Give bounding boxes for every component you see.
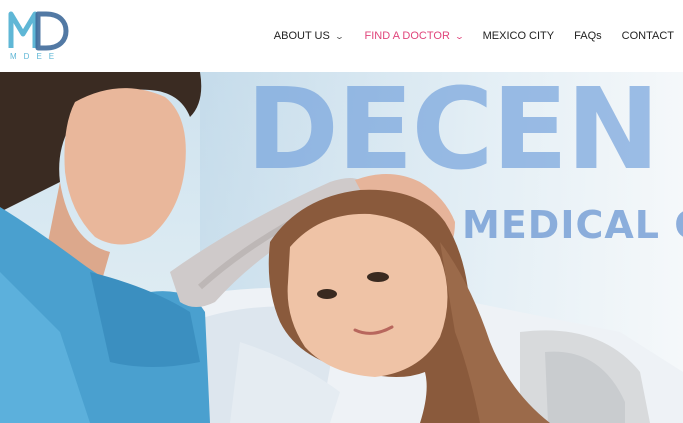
nav-about-us[interactable]: ABOUT US ⌄ [273,30,345,42]
mdee-logo[interactable]: MDEE [8,8,70,64]
nav-contact[interactable]: CONTACT [622,30,674,42]
hero-banner: DECEN MEDICAL C [0,72,683,423]
nav-about-us-label: ABOUT US [273,30,330,42]
nav-find-a-doctor-label: FIND A DOCTOR [364,30,450,42]
nav-contact-label: CONTACT [621,30,674,42]
chevron-down-icon: ⌄ [454,31,465,41]
chevron-down-icon: ⌄ [334,31,345,41]
logo-text: MDEE [10,52,62,61]
hero-title: DECEN [246,72,660,195]
nav-faqs[interactable]: FAQs [574,30,602,42]
nav-mexico-city-label: MEXICO CITY [482,30,555,42]
hero-subtitle: MEDICAL C [462,203,683,247]
nav-mexico-city[interactable]: MEXICO CITY [483,30,555,42]
nav-find-a-doctor[interactable]: FIND A DOCTOR ⌄ [364,30,465,42]
nav-faqs-label: FAQs [574,30,602,42]
main-nav: ABOUT US ⌄ FIND A DOCTOR ⌄ MEXICO CITY F… [274,0,674,72]
site-header: MDEE ABOUT US ⌄ FIND A DOCTOR ⌄ MEXICO C… [0,0,683,72]
logo-mark-icon [8,11,69,51]
